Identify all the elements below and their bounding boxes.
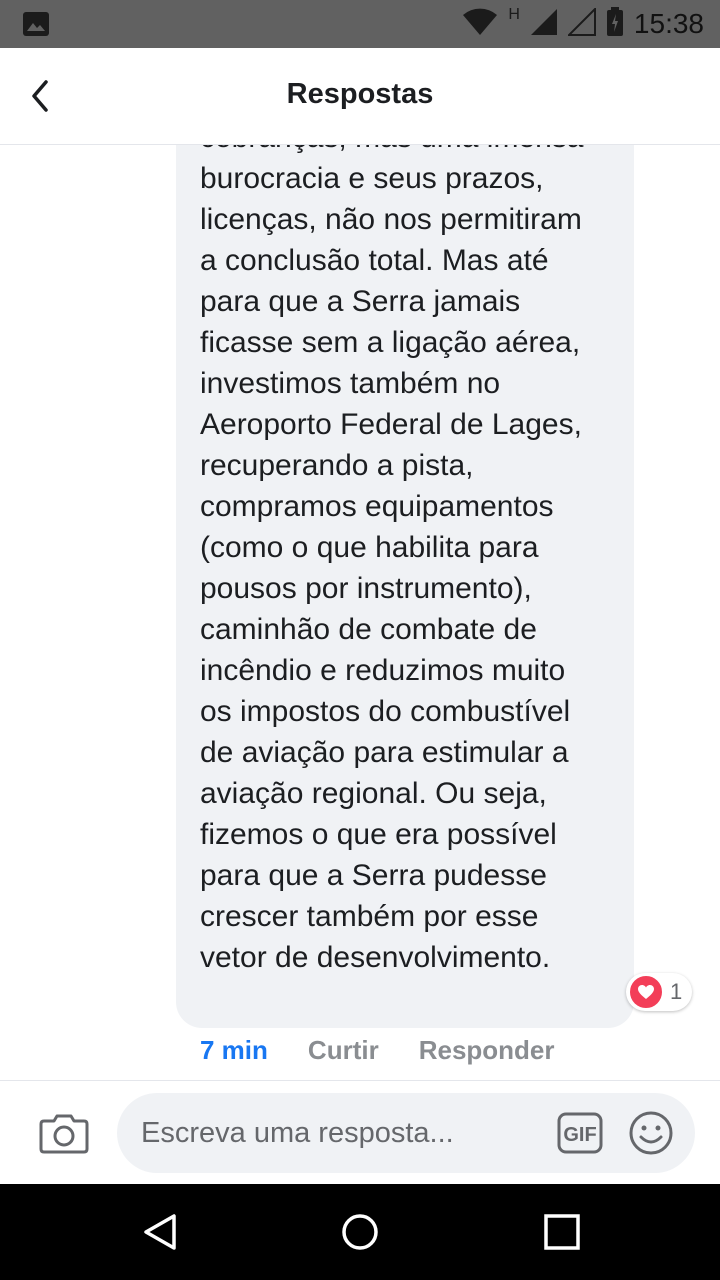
battery-icon [606,6,624,42]
heart-reaction-icon [628,974,664,1010]
reply-input[interactable]: Escreva uma resposta... GIF [117,1093,695,1173]
signal-icon [530,8,558,41]
back-triangle-icon[interactable] [140,1212,180,1252]
emoji-icon[interactable] [628,1110,674,1156]
replies-sheet: Respostas cobranças, mas uma imensa buro… [0,48,720,1184]
navigation-bar [0,1184,720,1280]
comment-actions: 7 min Curtir Responder [200,1032,595,1068]
comment-timestamp[interactable]: 7 min [200,1035,268,1066]
reaction-count: 1 [670,979,683,1004]
header: Respostas [0,48,720,145]
reply-composer: Escreva uma resposta... GIF [0,1080,720,1184]
like-button[interactable]: Curtir [308,1035,379,1066]
reply-button[interactable]: Responder [419,1035,555,1066]
camera-icon[interactable] [38,1107,90,1159]
status-bar: H 15:38 [0,0,720,48]
reaction-badge[interactable]: 1 [626,973,693,1011]
gif-label: GIF [563,1124,596,1146]
gif-icon[interactable]: GIF [557,1112,603,1154]
wifi-icon [462,8,498,41]
network-type-label: H [508,6,520,23]
home-circle-icon[interactable] [340,1212,380,1252]
comment-text: cobranças, mas uma imensa burocracia e s… [200,121,584,974]
clock: 15:38 [633,8,704,39]
gallery-icon [22,11,50,42]
recents-square-icon[interactable] [542,1212,582,1252]
reply-input-placeholder: Escreva uma resposta... [141,1117,454,1149]
page-title: Respostas [286,78,434,110]
signal-empty-icon [566,6,596,41]
